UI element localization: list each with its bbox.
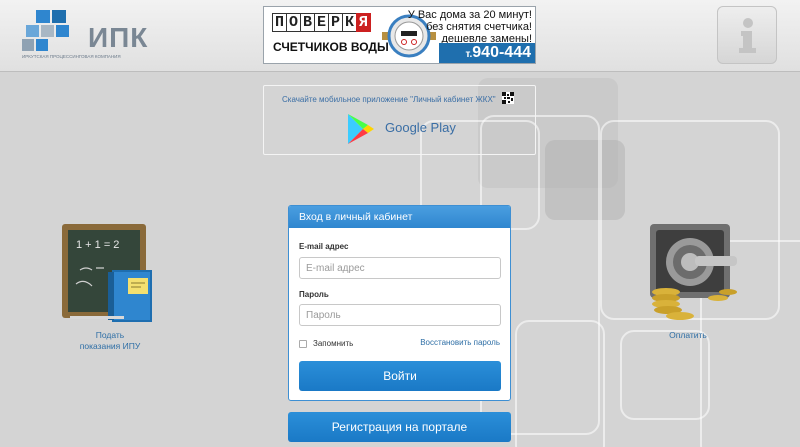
ad-subtitle: СЧЕТЧИКОВ ВОДЫ xyxy=(273,40,389,54)
ad-letter: Е xyxy=(314,13,329,32)
logo-text: ИПК xyxy=(88,22,149,53)
app-promo-text: Скачайте мобильное приложение "Личный ка… xyxy=(282,95,496,104)
safe-icon xyxy=(650,224,737,320)
ad-letter: В xyxy=(300,13,315,32)
logo-subtitle: ИРКУТСКАЯ ПРОЦЕССИНГОВАЯ КОМПАНИЯ xyxy=(22,54,121,59)
submit-readings-widget[interactable]: 1 + 1 = 2 xyxy=(58,222,168,332)
email-label: E-mail адрес xyxy=(299,242,349,251)
login-panel: Вход в личный кабинет E-mail адрес Парол… xyxy=(288,205,511,401)
info-icon xyxy=(739,18,756,53)
google-play-icon xyxy=(348,114,374,144)
login-title: Вход в личный кабинет xyxy=(289,206,510,228)
remember-checkbox[interactable] xyxy=(299,339,307,348)
qr-code-icon xyxy=(502,92,514,104)
info-button[interactable] xyxy=(717,6,777,64)
header-bar: ИПК ИРКУТСКАЯ ПРОЦЕССИНГОВАЯ КОМПАНИЯ П … xyxy=(0,0,800,72)
remember-label: Запомнить xyxy=(313,339,354,348)
company-logo[interactable]: ИПК ИРКУТСКАЯ ПРОЦЕССИНГОВАЯ КОМПАНИЯ xyxy=(22,10,147,62)
pay-link[interactable]: Оплатить xyxy=(648,330,728,340)
ad-text: У Вас дома за 20 минут! без снятия счетч… xyxy=(408,9,532,45)
submit-readings-line: Подать xyxy=(95,330,125,340)
board-text: 1 + 1 = 2 xyxy=(76,239,119,251)
submit-readings-link[interactable]: Подать показания ИПУ xyxy=(60,330,160,352)
google-play-label: Google Play xyxy=(385,120,456,135)
submit-readings-line: показания ИПУ xyxy=(79,341,141,351)
ad-letter: Р xyxy=(328,13,343,32)
logo-mark-icon xyxy=(22,10,69,51)
ad-phone: т.940-444 xyxy=(439,43,535,63)
bg-shape xyxy=(515,320,605,447)
ad-letter: П xyxy=(272,13,287,32)
restore-password-link[interactable]: Восстановить пароль xyxy=(420,338,500,347)
ad-phone-number: 940-444 xyxy=(472,44,531,61)
ad-line: У Вас дома за 20 минут! xyxy=(407,9,532,21)
bg-shape xyxy=(620,330,710,420)
login-button[interactable]: Войти xyxy=(299,361,501,391)
password-input[interactable] xyxy=(299,304,501,326)
chalkboard-icon: 1 + 1 = 2 xyxy=(62,224,152,322)
ad-line: без снятия счетчика! xyxy=(426,21,532,33)
password-label: Пароль xyxy=(299,290,329,299)
ad-letter: О xyxy=(286,13,301,32)
ad-brand: П О В Е Р К Я xyxy=(272,13,371,33)
register-button[interactable]: Регистрация на портале xyxy=(288,412,511,442)
app-promo-box[interactable]: Скачайте мобильное приложение "Личный ка… xyxy=(263,85,536,155)
ad-banner[interactable]: П О В Е Р К Я СЧЕТЧИКОВ ВОДЫ У Вас дома … xyxy=(263,6,536,64)
pay-widget[interactable] xyxy=(640,220,746,328)
email-input[interactable] xyxy=(299,257,501,279)
remember-toggle[interactable]: Запомнить xyxy=(299,339,353,348)
ad-letter: К xyxy=(342,13,357,32)
ad-letter: Я xyxy=(356,13,371,32)
